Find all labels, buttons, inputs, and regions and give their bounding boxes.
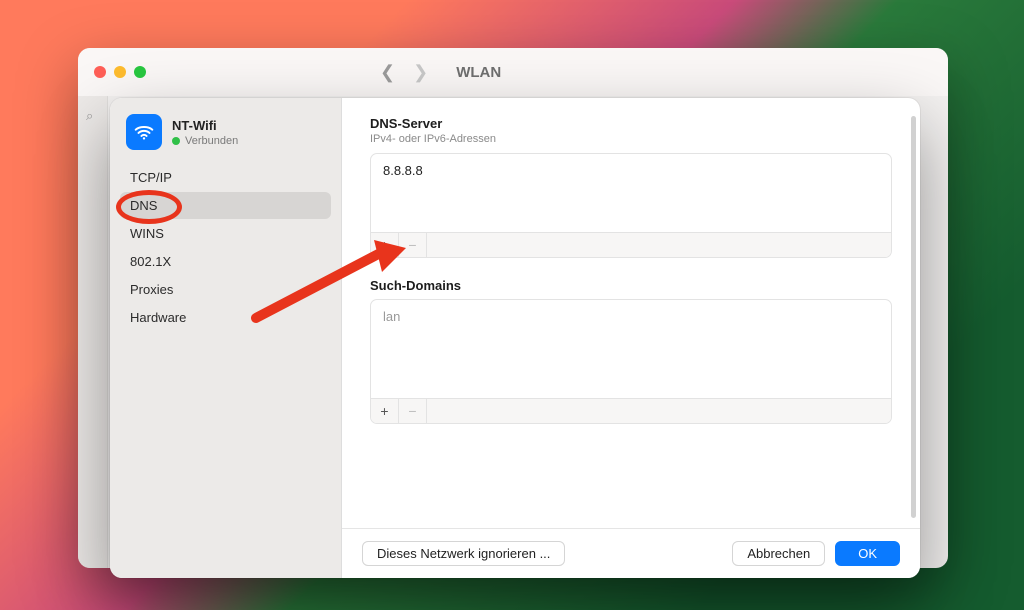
search-icon: ⌕ xyxy=(86,108,93,124)
search-domains-listbox[interactable]: lan + − xyxy=(370,299,892,424)
window-titlebar: ❮ ❯ WLAN xyxy=(78,48,948,96)
sidebar-item-hardware[interactable]: Hardware xyxy=(120,304,331,331)
sidebar-item-tcp-ip[interactable]: TCP/IP xyxy=(120,164,331,191)
network-advanced-sheet: NT-Wifi Verbunden TCP/IPDNSWINS802.1XPro… xyxy=(110,98,920,578)
wifi-icon xyxy=(126,114,162,150)
network-header: NT-Wifi Verbunden xyxy=(120,114,331,164)
ok-button[interactable]: OK xyxy=(835,541,900,566)
zoom-icon[interactable] xyxy=(134,66,146,78)
add-dns-button[interactable]: + xyxy=(371,233,399,257)
dns-server-entry[interactable]: 8.8.8.8 xyxy=(371,160,891,181)
sidebar-item-802-1x[interactable]: 802.1X xyxy=(120,248,331,275)
search-domains-title: Such-Domains xyxy=(370,278,892,293)
add-domain-button[interactable]: + xyxy=(371,399,399,423)
settings-sidebar-blurred xyxy=(78,96,108,568)
dns-servers-listbox[interactable]: 8.8.8.8 + − xyxy=(370,153,892,258)
network-status: Verbunden xyxy=(185,135,238,147)
status-dot-icon xyxy=(172,137,180,145)
remove-domain-button[interactable]: − xyxy=(399,399,427,423)
dns-servers-subtitle: IPv4- oder IPv6-Adressen xyxy=(370,133,892,145)
forget-network-button[interactable]: Dieses Netzwerk ignorieren ... xyxy=(362,541,565,566)
sheet-sidebar: NT-Wifi Verbunden TCP/IPDNSWINS802.1XPro… xyxy=(110,98,342,578)
sidebar-item-dns[interactable]: DNS xyxy=(120,192,331,219)
back-button[interactable]: ❮ xyxy=(376,62,399,83)
window-title: WLAN xyxy=(456,64,501,81)
scrollbar[interactable] xyxy=(911,116,916,518)
dns-servers-title: DNS-Server xyxy=(370,116,892,131)
minimize-icon[interactable] xyxy=(114,66,126,78)
network-name: NT-Wifi xyxy=(172,118,238,133)
sidebar-item-proxies[interactable]: Proxies xyxy=(120,276,331,303)
sheet-main: DNS-Server IPv4- oder IPv6-Adressen 8.8.… xyxy=(342,98,920,578)
remove-dns-button[interactable]: − xyxy=(399,233,427,257)
search-domain-entry[interactable]: lan xyxy=(371,306,891,327)
traffic-lights xyxy=(94,66,146,78)
close-icon[interactable] xyxy=(94,66,106,78)
cancel-button[interactable]: Abbrechen xyxy=(732,541,825,566)
forward-button: ❯ xyxy=(409,62,432,83)
sidebar-item-wins[interactable]: WINS xyxy=(120,220,331,247)
sheet-footer: Dieses Netzwerk ignorieren ... Abbrechen… xyxy=(342,528,920,578)
